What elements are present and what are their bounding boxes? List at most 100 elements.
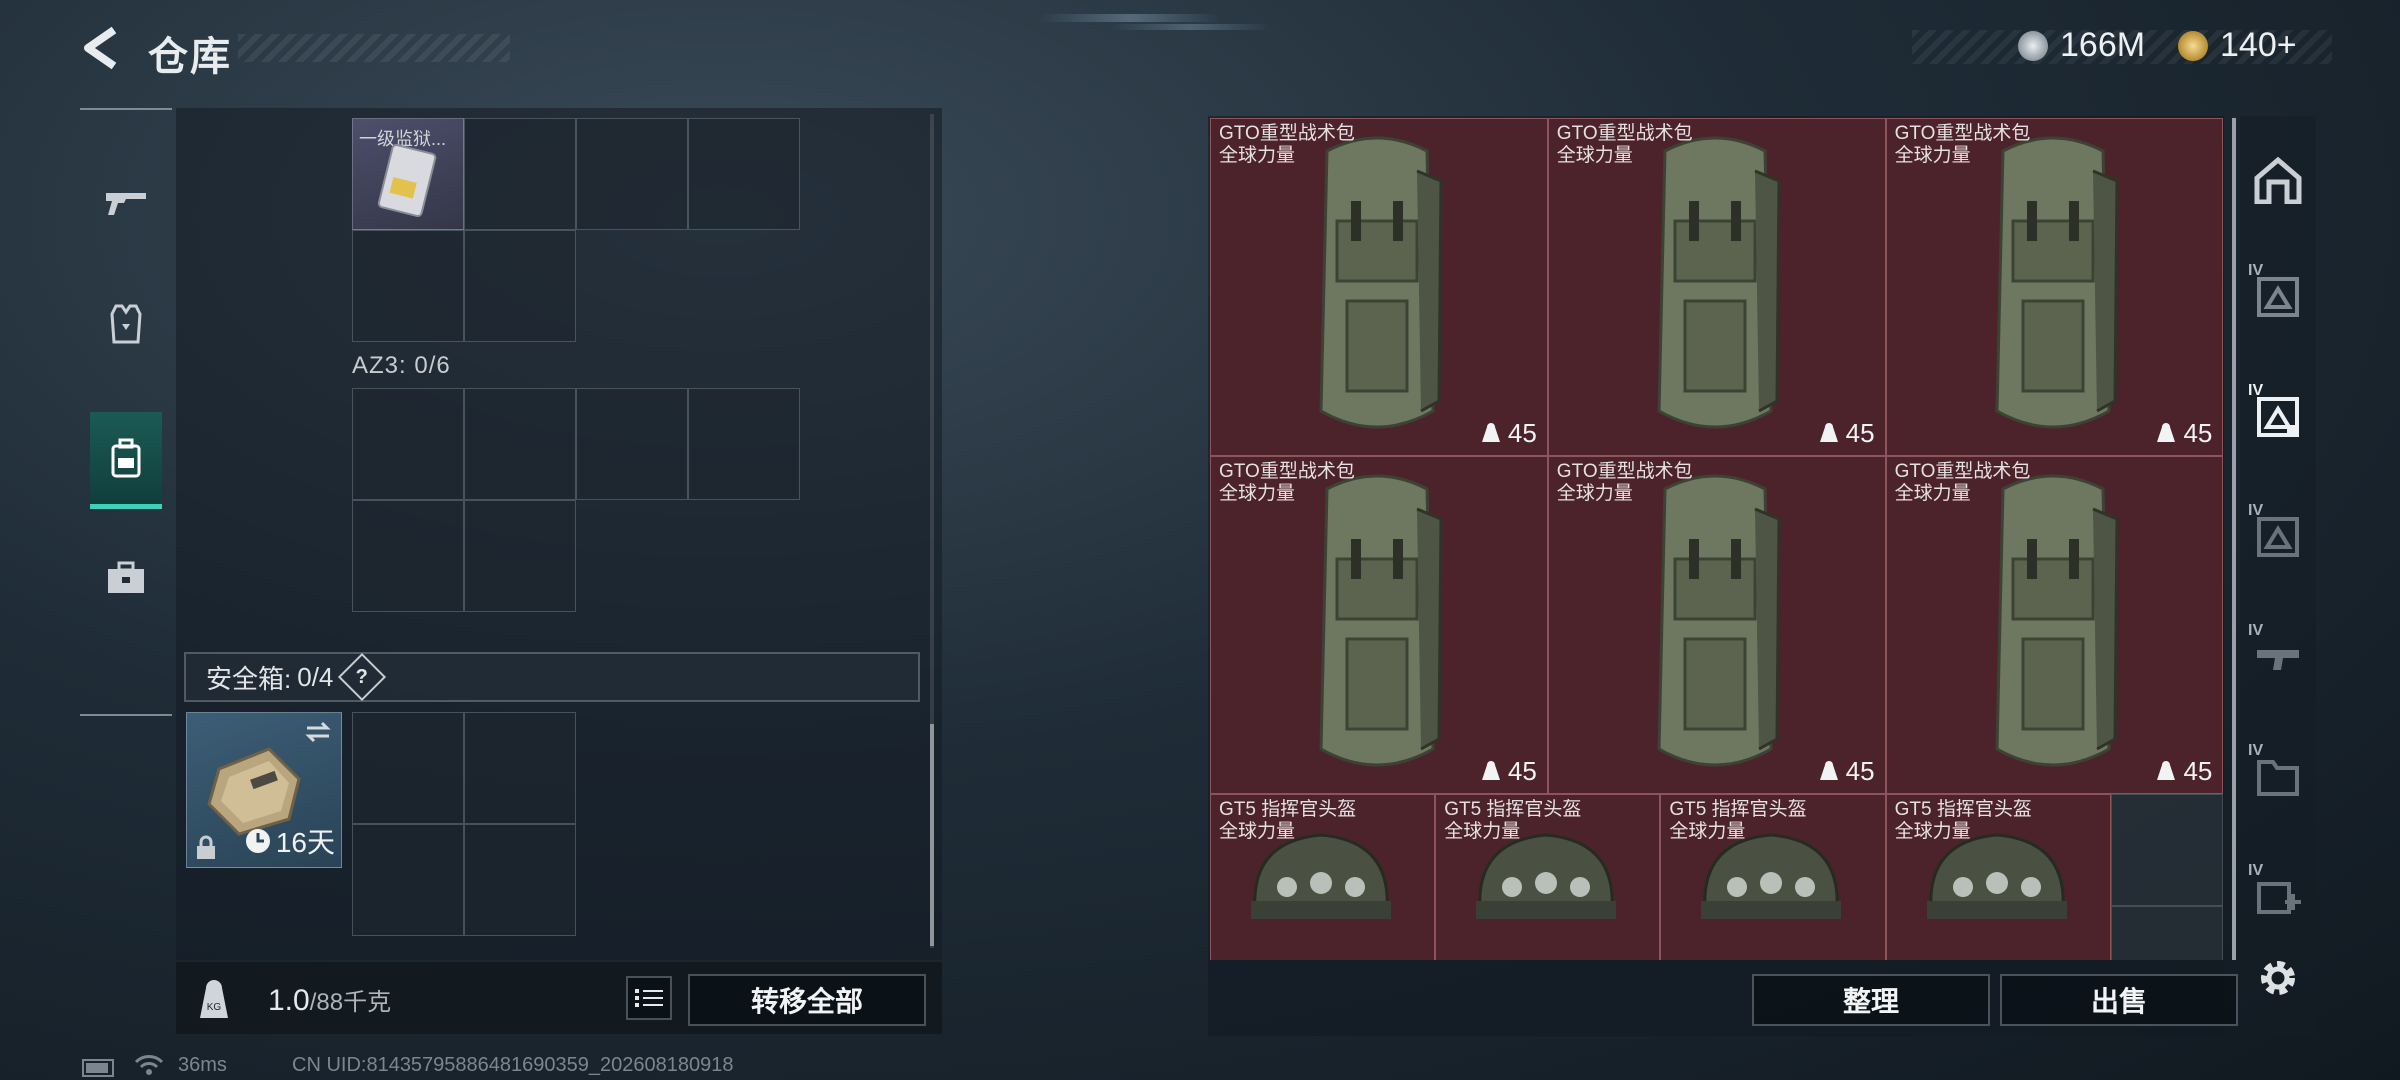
- grid-slot[interactable]: [352, 712, 464, 824]
- tab-tier-3[interactable]: IV: [2248, 502, 2306, 566]
- grid-slot[interactable]: [352, 230, 464, 342]
- sell-button[interactable]: 出售: [2000, 974, 2238, 1026]
- item-faction: 全球力量: [1219, 145, 1296, 166]
- tab-tier-4[interactable]: IV: [2248, 622, 2306, 686]
- currency-silver-value: 166M: [2060, 26, 2146, 64]
- capacity-value: 45: [2183, 417, 2213, 448]
- nav-armor[interactable]: [90, 278, 162, 370]
- item-name: GTO重型战术包 全球力量: [1219, 461, 1355, 505]
- tactical-backpack-item[interactable]: GTO重型战术包 全球力量 45: [1885, 118, 2224, 456]
- left-scrollbar-thumb[interactable]: [930, 724, 934, 946]
- commander-helmet-item[interactable]: GT5 指挥官头盔 全球力量: [1885, 793, 2111, 960]
- nav-toolbox[interactable]: [90, 532, 162, 624]
- nav-backpack[interactable]: [90, 412, 162, 509]
- settings-button[interactable]: [2250, 948, 2306, 1008]
- item-title: GTO重型战术包: [1219, 123, 1355, 144]
- svg-text:KG: KG: [207, 1002, 222, 1013]
- item-title: GT5 指挥官头盔: [1219, 798, 1357, 820]
- capacity-value: 45: [1845, 755, 1875, 786]
- commander-helmet-item[interactable]: GT5 指挥官头盔 全球力量: [1660, 793, 1886, 960]
- transfer-all-button[interactable]: 转移全部: [688, 974, 926, 1026]
- capacity-icon: [1481, 423, 1500, 443]
- tactical-backpack-item[interactable]: GTO重型战术包 全球力量 45: [1210, 118, 1548, 456]
- item-title: GTO重型战术包: [1894, 123, 2031, 144]
- capacity-icon: [1819, 423, 1838, 443]
- help-button[interactable]: ?: [338, 652, 387, 702]
- safebox-item[interactable]: 16天: [186, 712, 342, 868]
- lock-icon: [197, 835, 215, 859]
- item-faction: 全球力量: [1894, 820, 1971, 842]
- armor-vest-icon: [110, 304, 142, 344]
- sort-button[interactable]: 整理: [1752, 974, 1990, 1026]
- nav-weapon[interactable]: [90, 156, 162, 248]
- tactical-backpack-item[interactable]: GTO重型战术包 全球力量 45: [1547, 455, 1886, 794]
- commander-helmet-item[interactable]: GT5 指挥官头盔 全球力量: [1435, 793, 1661, 960]
- title-decoration: [238, 34, 510, 62]
- item-capacity: 45: [1818, 756, 1875, 787]
- item-capacity: 45: [2155, 418, 2212, 449]
- swap-icon[interactable]: [303, 721, 333, 743]
- weight-current: 1.0: [268, 984, 310, 1017]
- item-title: GT5 指挥官头盔: [1669, 798, 1807, 820]
- question-icon: ?: [356, 665, 369, 688]
- grid-slot[interactable]: [464, 824, 576, 936]
- currency-gold[interactable]: 140+: [2178, 26, 2297, 65]
- grid-slot[interactable]: [576, 388, 688, 500]
- keycard-icon: [377, 143, 437, 218]
- item-title: GTO重型战术包: [1894, 460, 2031, 482]
- folder-icon: [2257, 760, 2299, 796]
- tier-label: IV: [2248, 622, 2264, 639]
- item-title: GTO重型战术包: [1556, 460, 1693, 482]
- gear-icon: [2261, 961, 2295, 995]
- grid-slot[interactable]: [464, 230, 576, 342]
- grid-slot[interactable]: [464, 712, 576, 824]
- wifi-icon: [134, 1055, 164, 1075]
- tab-all[interactable]: [2250, 150, 2306, 210]
- background-light: [1040, 14, 1220, 22]
- item-capacity: 45: [1480, 756, 1537, 787]
- grid-slot[interactable]: [2110, 793, 2224, 907]
- tier-label: IV: [2248, 382, 2264, 399]
- tier-label: IV: [2248, 862, 2264, 879]
- item-name: GT5 指挥官头盔 全球力量: [1669, 799, 1806, 843]
- clock-icon: [245, 829, 270, 853]
- tactical-backpack-item[interactable]: GTO重型战术包 全球力量 45: [1210, 455, 1548, 794]
- capacity-value: 45: [2183, 755, 2213, 786]
- item-name: GTO重型战术包 全球力量: [1557, 123, 1693, 167]
- grid-slot[interactable]: [2110, 906, 2224, 960]
- commander-helmet-item[interactable]: GT5 指挥官头盔 全球力量: [1210, 793, 1436, 960]
- item-faction: 全球力量: [1669, 820, 1746, 842]
- grid-slot[interactable]: [352, 500, 464, 612]
- tactical-backpack-item[interactable]: GTO重型战术包 全球力量 45: [1885, 455, 2224, 794]
- back-button[interactable]: [78, 26, 122, 70]
- tab-tier-backpack[interactable]: IV: [2248, 262, 2306, 326]
- warehouse-grid: GTO重型战术包 全球力量 45 GTO重型战术包 全球力量 45 GTO重型战术包 全球力量…: [1210, 118, 2224, 960]
- tab-tier-6[interactable]: IV: [2248, 862, 2306, 926]
- grid-slot[interactable]: [464, 118, 576, 230]
- gun-case-icon: [2257, 650, 2299, 670]
- item-title: GT5 指挥官头盔: [1894, 798, 2032, 820]
- weight-max: /88千克: [309, 989, 392, 1016]
- item-name: GT5 指挥官头盔 全球力量: [1219, 799, 1356, 843]
- tab-tier-backpack-active[interactable]: IV: [2248, 382, 2306, 446]
- item-faction: 全球力量: [1894, 482, 1971, 504]
- tab-tier-5[interactable]: IV: [2248, 742, 2306, 806]
- item-capacity: 45: [2155, 756, 2212, 787]
- grid-slot[interactable]: [576, 118, 688, 230]
- currency-gold-value: 140+: [2220, 26, 2297, 64]
- safebox-header: 安全箱: 0/4 ?: [184, 652, 920, 702]
- right-scrollbar[interactable]: [2232, 118, 2236, 960]
- grid-slot[interactable]: [688, 388, 800, 500]
- tactical-backpack-item[interactable]: GTO重型战术包 全球力量 45: [1547, 118, 1886, 456]
- list-view-button[interactable]: [626, 976, 672, 1020]
- grid-slot[interactable]: [688, 118, 800, 230]
- tier-label: IV: [2248, 742, 2264, 759]
- grid-slot[interactable]: [464, 500, 576, 612]
- container-capacity-label: AZ3: 0/6: [352, 352, 451, 379]
- grid-slot[interactable]: [352, 388, 464, 500]
- prison-keycard-item[interactable]: 一级监狱...: [352, 118, 464, 230]
- grid-slot[interactable]: [464, 388, 576, 500]
- capacity-value: 45: [1507, 755, 1537, 786]
- weight-readout: 1.0/88千克: [268, 982, 391, 1018]
- grid-slot[interactable]: [352, 824, 464, 936]
